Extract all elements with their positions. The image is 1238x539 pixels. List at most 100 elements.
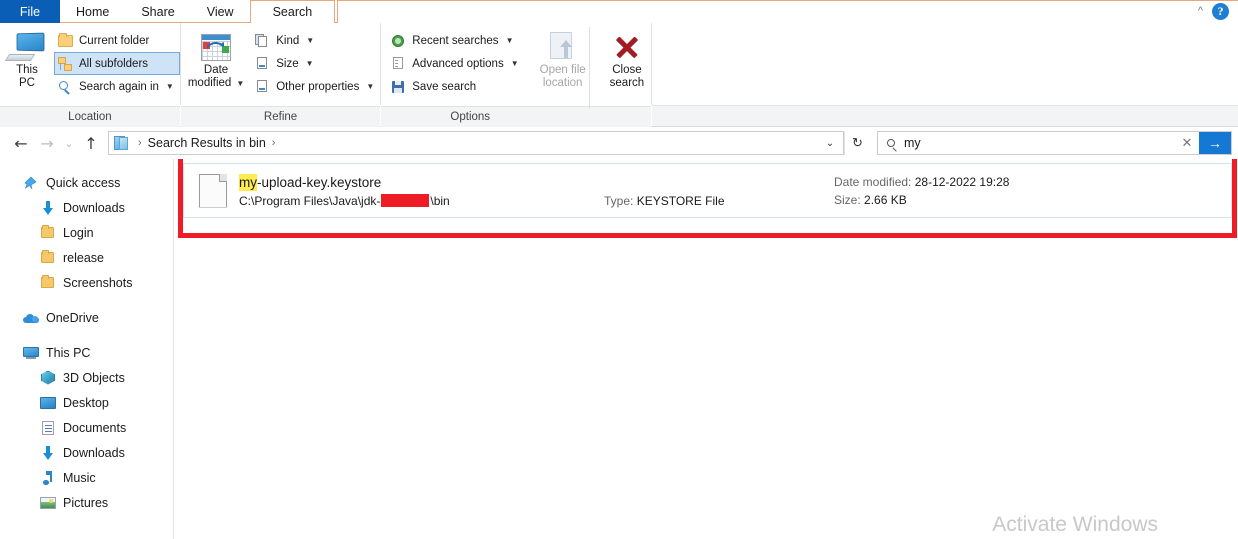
date-modified-button[interactable]: Date modified ▼ [181,27,251,90]
address-field[interactable]: › Search Results in bin › ⌄ [108,131,844,155]
tab-share[interactable]: Share [125,0,190,23]
this-pc-label-line2: PC [19,77,35,89]
sidebar-item-documents[interactable]: Documents [0,415,173,440]
sidebar-item-pictures[interactable]: Pictures [0,490,173,515]
close-search-button[interactable]: Close search [603,27,652,90]
back-button[interactable]: ← [8,130,34,156]
table-row[interactable]: my -upload-key.keystore C:\Program Files\… [183,163,1232,218]
tab-bar-controls: ^ ? [1198,0,1238,23]
chevron-down-icon: ▼ [305,59,314,68]
open-file-location-button[interactable]: Open file location [533,27,593,90]
size-label: Size: [834,192,861,207]
address-dropdown-chevron-down-icon[interactable]: ⌄ [819,132,841,154]
sidebar-item-login[interactable]: Login [0,220,173,245]
refine-small-buttons: Kind ▼ Size ▼ Other properties ▼ [251,27,380,98]
recent-searches-icon [391,33,407,49]
date-modified-row: Date modified: 28-12-2022 19:28 [834,175,1009,189]
address-bar: ← → ⌄ ↑ › Search Results in bin › ⌄ ↻ ✕ … [0,127,1238,159]
breadcrumb-current[interactable]: Search Results in bin [148,136,266,150]
tab-home[interactable]: Home [60,0,125,23]
3d-objects-icon [40,370,56,386]
breadcrumb-separator: › [138,137,142,149]
search-results-folder-icon [114,136,129,150]
sidebar-item-quick-access[interactable]: Quick access [0,170,173,195]
ribbon-spacer [652,23,1238,126]
music-note-icon [40,470,56,486]
clear-x-icon[interactable]: ✕ [1175,135,1199,151]
tab-search[interactable]: Search [249,0,336,23]
contextual-tab-spacer [337,0,1238,23]
chevron-up-icon[interactable]: ^ [1198,6,1203,17]
all-subfolders-button[interactable]: All subfolders [54,52,180,75]
chevron-down-icon: ▼ [165,82,174,91]
file-path: C:\Program Files\Java\jdk- \bin [239,194,604,208]
refresh-icon[interactable]: ↻ [844,131,870,155]
search-magnifier-icon [878,139,904,147]
documents-icon [40,420,56,436]
search-match-highlight: my [239,173,257,191]
file-meta: Date modified: 28-12-2022 19:28 Size: 2.… [834,175,1009,207]
go-arrow-icon[interactable]: → [1199,132,1231,154]
close-search-label-line1: Close [612,64,642,76]
sidebar-item-screenshots[interactable]: Screenshots [0,270,173,295]
sidebar-label: Quick access [46,175,121,190]
this-pc-button[interactable]: This PC [0,27,54,90]
kind-label: Kind [276,34,300,47]
save-search-button[interactable]: Save search [387,75,524,98]
help-question-icon[interactable]: ? [1212,3,1229,20]
sidebar-label: Login [63,225,94,240]
tab-file[interactable]: File [0,0,60,23]
search-input[interactable] [904,136,1175,150]
sidebar-item-this-pc[interactable]: This PC [0,340,173,365]
kind-button[interactable]: Kind ▼ [251,29,380,52]
sidebar-item-onedrive[interactable]: OneDrive [0,305,173,330]
subfolders-icon [58,56,74,72]
sidebar-item-music[interactable]: Music [0,465,173,490]
navigation-pane[interactable]: Quick access Downloads Login release Scr… [0,159,174,539]
forward-button[interactable]: → [34,130,60,156]
sidebar-item-release[interactable]: release [0,245,173,270]
result-primary: my -upload-key.keystore C:\Program Files\… [239,173,604,208]
generic-file-icon [199,173,227,208]
recent-locations-button[interactable]: ⌄ [60,130,78,156]
kind-icon [255,33,271,49]
close-search-label-line2: search [609,77,645,89]
file-list-pane[interactable]: my -upload-key.keystore C:\Program Files\… [174,159,1238,539]
pictures-icon [40,495,56,511]
search-box[interactable]: ✕ → [877,131,1232,155]
sidebar-label: Pictures [63,495,109,510]
other-properties-button[interactable]: Other properties ▼ [251,75,380,98]
date-modified-label-line1: Date [203,64,229,76]
main-area: Quick access Downloads Login release Scr… [0,159,1238,539]
sidebar-item-downloads[interactable]: Downloads [0,195,173,220]
ribbon-group-location: This PC Current folder All subfolders Se… [0,23,180,127]
current-folder-button[interactable]: Current folder [54,29,180,52]
size-button[interactable]: Size ▼ [251,52,380,75]
downloads-arrow-icon [40,445,56,461]
downloads-arrow-icon [40,200,56,216]
sidebar-item-downloads-pc[interactable]: Downloads [0,440,173,465]
breadcrumb-separator[interactable]: › [268,137,280,149]
sidebar-item-3d-objects[interactable]: 3D Objects [0,365,173,390]
sidebar-label: This PC [46,345,91,360]
sidebar-item-desktop[interactable]: Desktop [0,390,173,415]
group-label-refine: Refine [180,106,381,127]
sidebar-label: Desktop [63,395,109,410]
close-search-x-icon [613,30,641,64]
group-label-options: Options [381,106,652,127]
redaction-block [381,194,430,207]
search-again-in-button[interactable]: Search again in ▼ [54,75,180,98]
recent-searches-button[interactable]: Recent searches ▼ [387,29,524,52]
size-value: 2.66 KB [864,192,907,207]
up-button[interactable]: ↑ [78,130,104,156]
tab-view[interactable]: View [191,0,250,23]
ribbon-group-refine: Date modified ▼ Kind ▼ Size ▼ Other prop… [180,23,381,127]
open-file-location-icon [549,30,576,64]
sidebar-label: OneDrive [46,310,99,325]
sidebar-label: 3D Objects [63,370,125,385]
advanced-options-button[interactable]: Advanced options ▼ [387,52,524,75]
sidebar-label: Downloads [63,445,125,460]
group-label-empty [652,105,1238,126]
save-search-icon [391,79,407,95]
